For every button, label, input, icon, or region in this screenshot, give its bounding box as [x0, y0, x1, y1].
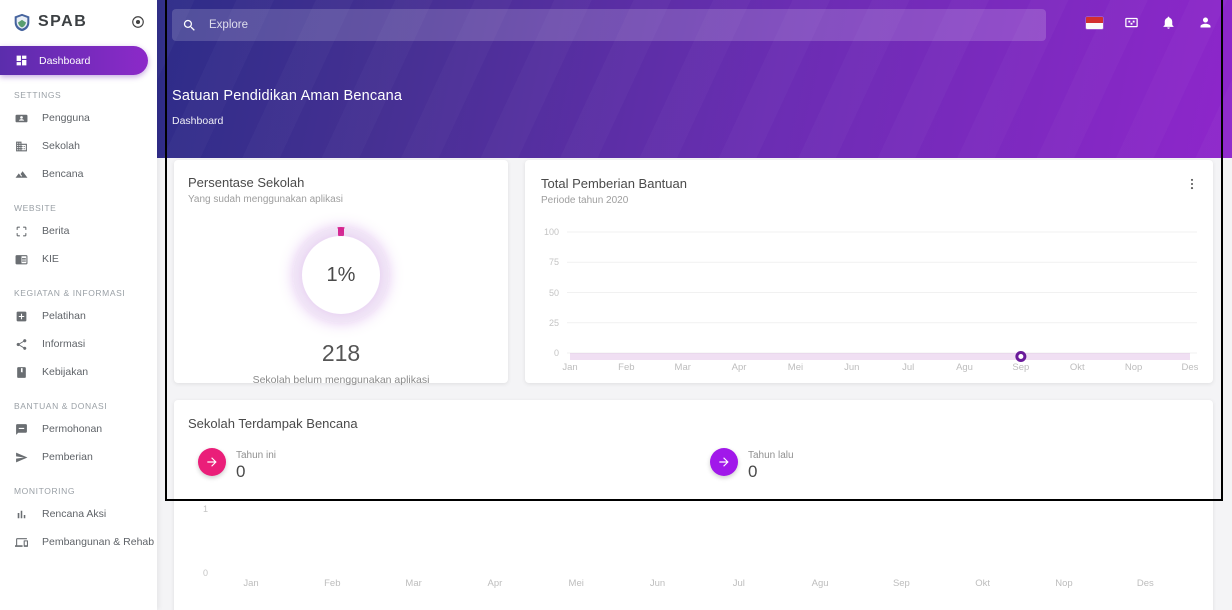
- record-circle-icon[interactable]: [131, 15, 145, 29]
- book-icon: [15, 366, 28, 379]
- card-total-pemberian-bantuan: Total Pemberian Bantuan Periode tahun 20…: [525, 160, 1213, 383]
- bantuan-line-chart: 0 25 50 75 100 Jan Feb Mar Apr Mei Jun Jul Agu Sep Okt…: [525, 160, 1213, 383]
- sidebar-item-kie[interactable]: KIE: [0, 245, 157, 273]
- send-icon: [15, 451, 28, 464]
- logo-row: SPAB: [0, 0, 157, 44]
- x-axis-month-label: Jan: [562, 362, 578, 373]
- sidebar-item-bencana[interactable]: Bencana: [0, 160, 157, 188]
- school-building-icon: [15, 140, 28, 153]
- sidebar-item-label: Pengguna: [42, 112, 90, 124]
- mountain-icon: [15, 168, 28, 181]
- x-axis-month-label: Jan: [243, 578, 259, 589]
- donut-chart: 1%: [293, 227, 389, 323]
- sidebar-item-informasi[interactable]: Informasi: [0, 330, 157, 358]
- breadcrumb: Dashboard: [172, 115, 224, 127]
- x-axis-month-label: Mar: [674, 362, 691, 373]
- bell-icon[interactable]: [1160, 15, 1177, 30]
- x-axis-month-label: Jun: [844, 362, 860, 373]
- x-axis-month-label: Nop: [1124, 362, 1143, 373]
- message-icon: [15, 423, 28, 436]
- x-axis-month-label: Sep: [1012, 362, 1030, 373]
- sidebar-item-label: Pemberian: [42, 451, 93, 463]
- x-axis-month-label: Mar: [405, 578, 422, 589]
- sidebar-item-label: Rencana Aksi: [42, 508, 107, 520]
- sidebar-item-pemberian[interactable]: Pemberian: [0, 443, 157, 471]
- sidebar-item-label: Informasi: [42, 338, 86, 350]
- x-axis-month-label: Jul: [902, 362, 915, 373]
- sidebar-item-pengguna[interactable]: Pengguna: [0, 104, 157, 132]
- x-axis-month-label: Agu: [811, 578, 829, 589]
- sidebar-item-label: Bencana: [42, 168, 84, 180]
- x-axis-month-label: Apr: [487, 578, 503, 589]
- sidebar-section-header: KEGIATAN & INFORMASI: [14, 288, 126, 298]
- card-subtitle: Yang sudah menggunakan aplikasi: [188, 194, 343, 205]
- sidebar-section-header: WEBSITE: [14, 203, 57, 213]
- sidebar-section-header: MONITORING: [14, 486, 76, 496]
- shield-logo-icon: [14, 13, 30, 31]
- x-axis-month-label: Sep: [892, 578, 910, 589]
- sidebar-section-header: BANTUAN & DONASI: [14, 401, 108, 411]
- terdampak-chart-axes: 0 1 Jan Feb Mar Apr Mei Jun Jul Agu Sep Okt Nop Des: [174, 400, 1213, 610]
- x-axis-month-label: Jun: [649, 578, 666, 589]
- sidebar-item-kebijakan[interactable]: Kebijakan: [0, 358, 157, 386]
- school-count-caption: Sekolah belum menggunakan aplikasi: [252, 374, 430, 386]
- frame-image-icon[interactable]: [1123, 15, 1140, 30]
- page-title: Satuan Pendidikan Aman Bencana: [172, 88, 403, 104]
- sidebar-item-dashboard[interactable]: Dashboard: [0, 46, 148, 75]
- crop-frame-icon: [15, 225, 28, 238]
- bar-chart-icon: [15, 508, 28, 521]
- x-axis-month-label: Apr: [731, 362, 747, 373]
- indonesia-flag-icon[interactable]: [1086, 15, 1103, 30]
- user-icon[interactable]: [1197, 15, 1214, 30]
- sidebar-item-pelatihan[interactable]: Pelatihan: [0, 302, 157, 330]
- x-axis-month-label: Des: [1181, 362, 1199, 373]
- y-axis-tick: 1: [202, 504, 208, 514]
- devices-icon: [15, 536, 28, 549]
- school-count: 218: [321, 340, 361, 366]
- x-axis-month-label: Jul: [732, 578, 745, 589]
- sidebar-item-sekolah[interactable]: Sekolah: [0, 132, 157, 160]
- x-axis-month-label: Okt: [1069, 362, 1085, 373]
- x-axis-month-label: Agu: [956, 362, 973, 373]
- x-axis-month-label: Feb: [324, 578, 341, 589]
- donut-percent-label: 1%: [326, 263, 356, 286]
- y-axis-tick: 0: [202, 568, 208, 578]
- dashboard-icon: [15, 54, 28, 67]
- x-axis-month-label: Mei: [787, 362, 804, 373]
- card-persentase-sekolah: Persentase Sekolah Yang sudah menggunaka…: [174, 160, 508, 386]
- search-icon: [183, 19, 195, 31]
- sidebar-item-label: Berita: [42, 225, 70, 237]
- user-card-icon: [15, 112, 28, 125]
- sidebar-item-label: Kebijakan: [42, 366, 89, 378]
- sidebar-item-label: Sekolah: [42, 140, 80, 152]
- sidebar-item-label: Dashboard: [39, 54, 91, 67]
- search-bar[interactable]: [172, 9, 1046, 41]
- sidebar-item-label: Permohonan: [42, 423, 103, 435]
- sidebar-item-label: Pembangunan & Rehab: [42, 536, 155, 548]
- sidebar: SPAB Dashboard SETTINGS Pengguna Sekolah Be…: [0, 0, 157, 610]
- card-sekolah-terdampak-bencana: Sekolah Terdampak Bencana Tahun ini 0 Ta…: [174, 400, 1213, 610]
- x-axis-month-label: Mei: [568, 578, 584, 589]
- sidebar-item-berita[interactable]: Berita: [0, 217, 157, 245]
- spab-dashboard-page: Satuan Pendidikan Aman Bencana Dashboard…: [0, 0, 1232, 610]
- search-input[interactable]: [209, 19, 1036, 31]
- sidebar-item-rencana-aksi[interactable]: Rencana Aksi: [0, 500, 157, 528]
- sidebar-item-permohonan[interactable]: Permohonan: [0, 415, 157, 443]
- sidebar-item-pembangunan-rehab[interactable]: Pembangunan & Rehab: [0, 528, 157, 556]
- x-axis-month-label: Nop: [1055, 578, 1073, 589]
- card-title: Persentase Sekolah: [188, 175, 305, 190]
- sidebar-item-label: Pelatihan: [42, 310, 86, 322]
- x-axis-month-label: Feb: [618, 362, 635, 373]
- share-icon: [15, 338, 28, 351]
- header-icon-group: [1086, 15, 1214, 30]
- sidebar-item-label: KIE: [42, 253, 59, 265]
- app-name: SPAB: [38, 13, 88, 30]
- x-axis-month-label: Okt: [975, 578, 991, 589]
- x-axis-month-label: Des: [1136, 578, 1154, 589]
- reader-icon: [15, 253, 28, 266]
- header-hero: Satuan Pendidikan Aman Bencana Dashboard: [157, 0, 1232, 158]
- sidebar-section-header: SETTINGS: [14, 90, 62, 100]
- plus-box-icon: [15, 310, 28, 323]
